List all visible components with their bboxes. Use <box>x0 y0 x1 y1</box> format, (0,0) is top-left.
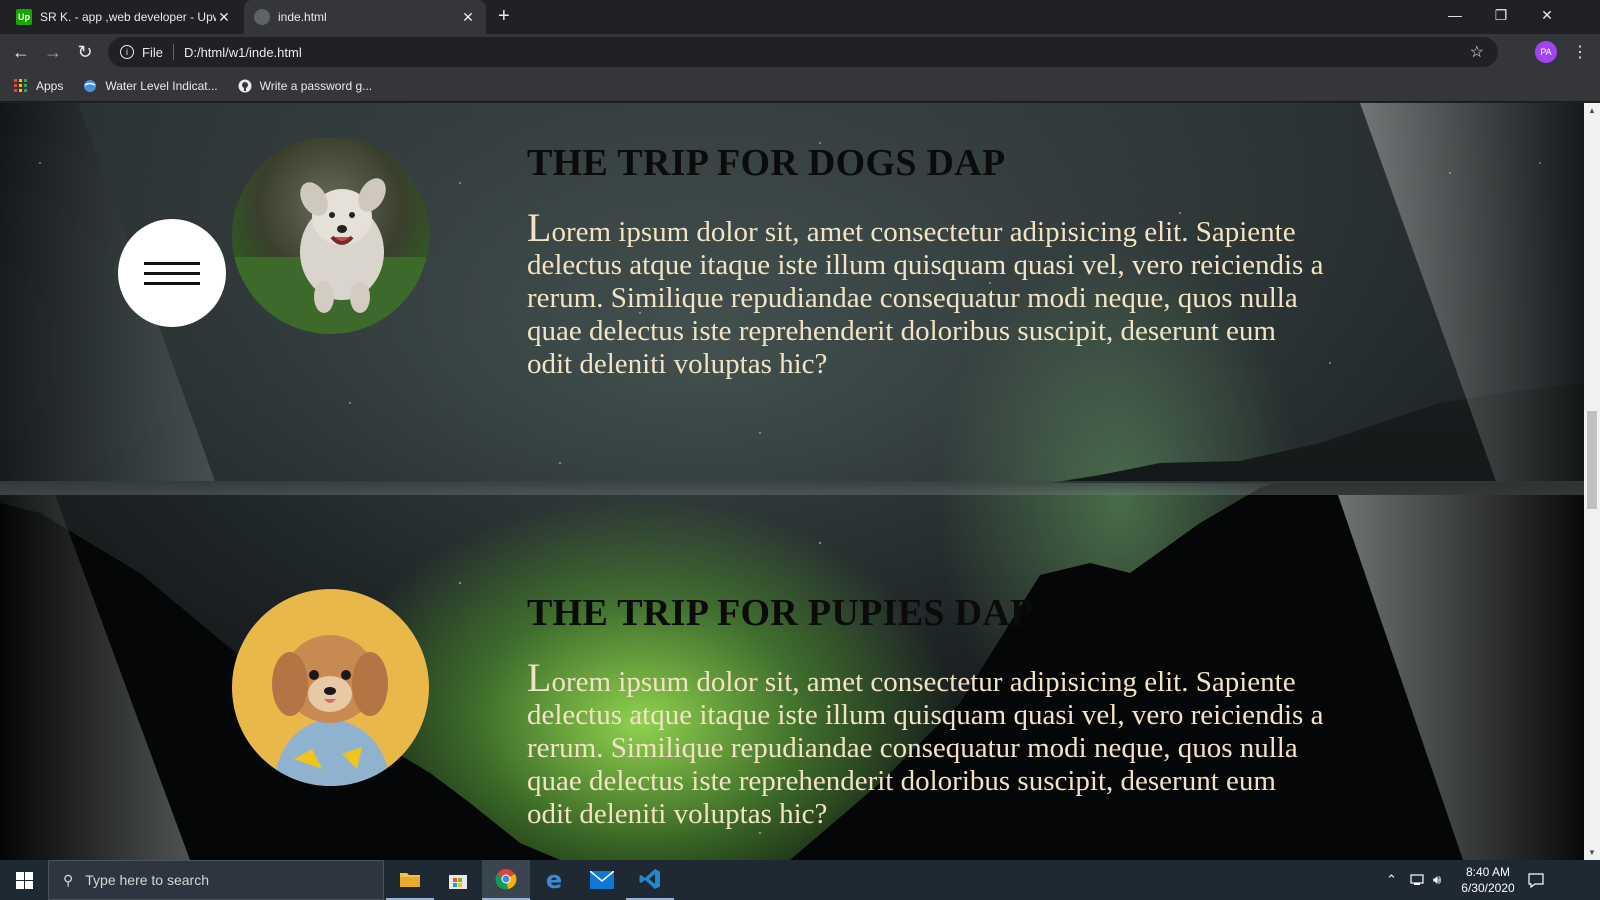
tab-close-icon[interactable]: ✕ <box>460 9 476 26</box>
windows-logo-icon <box>15 871 33 889</box>
bookmark-label: Apps <box>36 78 64 93</box>
globe-icon <box>84 79 97 92</box>
hamburger-menu-button[interactable] <box>118 219 226 327</box>
address-bar[interactable]: i File D:/html/w1/inde.html ☆ <box>108 37 1498 67</box>
section-divider <box>0 481 1584 495</box>
puppy-illustration <box>272 635 392 786</box>
globe-favicon-icon <box>254 9 270 25</box>
dog-photo-running <box>232 137 429 334</box>
file-explorer-icon[interactable] <box>386 860 434 900</box>
puppy-photo <box>232 589 429 786</box>
page-viewport: THE TRIP FOR DOGS DAP Lorem ipsum dolor … <box>0 103 1584 860</box>
menu-kebab-icon[interactable]: ⋮ <box>1572 42 1588 62</box>
store-icon[interactable] <box>434 860 482 900</box>
system-clock[interactable]: 8:40 AM 6/30/2020 <box>1452 864 1524 896</box>
hamburger-line <box>144 281 200 285</box>
bookmark-apps[interactable]: Apps <box>14 78 64 93</box>
minimize-button[interactable]: — <box>1432 0 1478 30</box>
paragraph-text: orem ipsum dolor sit, amet consectetur a… <box>527 216 1324 380</box>
drop-cap: L <box>527 655 552 700</box>
hamburger-line <box>144 261 200 265</box>
bookmarks-bar: Apps Water Level Indicat... Write a pass… <box>0 70 1600 102</box>
url-text[interactable]: D:/html/w1/inde.html <box>184 45 302 60</box>
bookmark-label: Write a password g... <box>259 78 373 93</box>
edge-icon[interactable]: e <box>530 860 578 900</box>
back-arrow-icon[interactable]: ← <box>9 40 33 64</box>
paragraph-text: orem ipsum dolor sit, amet consectetur a… <box>527 666 1324 830</box>
network-icon[interactable] <box>1410 860 1426 900</box>
separator <box>172 44 174 60</box>
search-placeholder: Type here to search <box>85 872 210 888</box>
clock-time: 8:40 AM <box>1465 865 1511 879</box>
chrome-icon[interactable] <box>482 860 530 900</box>
restore-button[interactable]: ❐ <box>1478 0 1524 30</box>
vscode-icon[interactable] <box>626 860 674 900</box>
reload-icon[interactable]: ↻ <box>73 40 97 64</box>
bookmark-star-icon[interactable]: ☆ <box>1470 42 1484 62</box>
tab-title: inde.html <box>278 10 327 24</box>
close-window-button[interactable]: ✕ <box>1524 0 1570 30</box>
profile-avatar[interactable]: PA <box>1535 41 1557 63</box>
taskbar-search[interactable]: ⚲ Type here to search <box>48 860 384 900</box>
tab-title: SR K. - app ,web developer - Upwork <box>40 10 216 24</box>
new-tab-button[interactable]: + <box>498 5 510 28</box>
scroll-down-arrow-icon[interactable]: ▼ <box>1584 848 1600 857</box>
section-heading: THE TRIP FOR DOGS DAP <box>527 142 1006 184</box>
github-icon <box>238 79 252 92</box>
search-icon: ⚲ <box>63 871 74 888</box>
tab-inde-html[interactable]: inde.html ✕ <box>244 0 486 34</box>
forward-arrow-icon[interactable]: → <box>41 40 65 64</box>
apps-grid-icon <box>14 78 28 93</box>
scrollbar-thumb[interactable] <box>1587 411 1597 509</box>
tray-chevron-icon[interactable]: ⌃ <box>1386 860 1397 900</box>
vertical-scrollbar[interactable]: ▲ ▼ <box>1584 103 1600 860</box>
dog-illustration <box>232 178 429 334</box>
scroll-up-arrow-icon[interactable]: ▲ <box>1584 106 1600 115</box>
clock-date: 6/30/2020 <box>1461 881 1515 895</box>
tab-close-icon[interactable]: ✕ <box>216 9 232 26</box>
tab-upwork[interactable]: Up SR K. - app ,web developer - Upwork ✕ <box>6 0 242 34</box>
windows-taskbar: ⚲ Type here to search e ⌃ 🔊︎ 8:40 AM 6/3… <box>0 860 1600 900</box>
volume-icon[interactable]: 🔊︎ <box>1433 860 1441 900</box>
section-puppies: THE TRIP FOR PUPIES DAP Lorem ipsum dolo… <box>527 591 1327 831</box>
bookmark-password[interactable]: Write a password g... <box>238 78 373 93</box>
notification-icon[interactable] <box>1528 860 1544 900</box>
protocol-label: File <box>142 44 163 60</box>
hamburger-line <box>144 271 200 275</box>
section-dogs: THE TRIP FOR DOGS DAP Lorem ipsum dolor … <box>527 141 1327 381</box>
section-heading: THE TRIP FOR PUPIES DAP <box>527 592 1034 634</box>
info-icon[interactable]: i <box>120 45 134 59</box>
tab-bar: Up SR K. - app ,web developer - Upwork ✕… <box>0 0 1600 34</box>
start-button[interactable] <box>0 860 48 900</box>
upwork-favicon-icon: Up <box>16 9 32 25</box>
section-paragraph: Lorem ipsum dolor sit, amet consectetur … <box>527 658 1327 831</box>
browser-toolbar: ← → ↻ i File D:/html/w1/inde.html ☆ PA ⋮ <box>0 34 1600 70</box>
bookmark-water-level[interactable]: Water Level Indicat... <box>83 78 218 93</box>
mail-icon[interactable] <box>578 860 626 900</box>
drop-cap: L <box>527 205 552 250</box>
section-paragraph: Lorem ipsum dolor sit, amet consectetur … <box>527 208 1327 381</box>
bookmark-label: Water Level Indicat... <box>105 78 218 93</box>
